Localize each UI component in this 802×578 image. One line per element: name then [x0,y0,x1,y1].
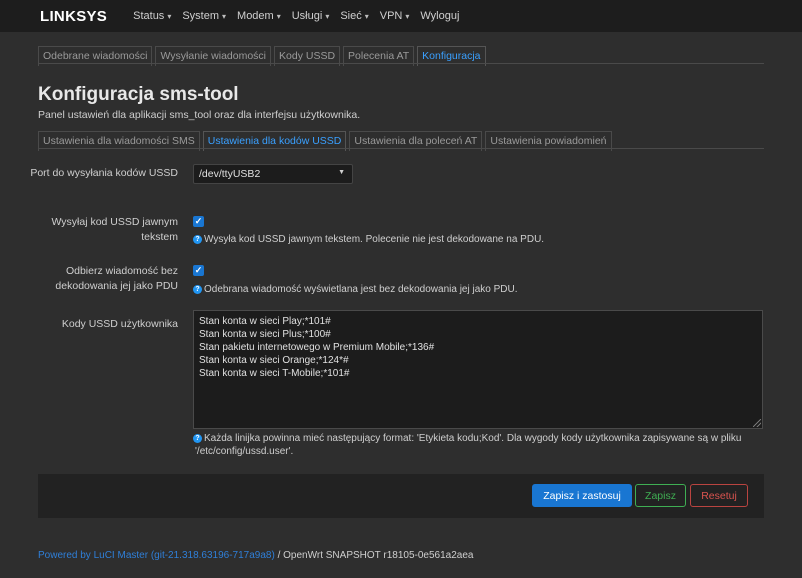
no-decode-hint-text: Odebrana wiadomość wyświetlana jest bez … [204,284,518,295]
menu-status-label: Status [133,10,165,22]
plain-text-hint: ? Wysyła kod USSD jawnym tekstem. Polecen… [193,233,544,246]
menu-logout-label: Wyloguj [420,10,460,22]
menu-modem[interactable]: Modem ▾ [237,10,281,22]
menu-logout[interactable]: Wyloguj [420,10,459,22]
menu-system[interactable]: System ▾ [182,10,226,22]
top-navbar: LINKSYS Status ▾ System ▾ Modem ▾ Usługi ▾ S… [0,0,802,32]
chevron-down-icon: ▾ [222,11,227,21]
no-decode-label: Odbierz wiadomość bez dekodowania jej ja… [55,265,178,292]
chevron-down-icon: ▾ [364,11,369,21]
chevron-down-icon: ▾ [405,11,410,21]
luci-link[interactable]: Powered by LuCI Master (git-21.318.63196… [38,550,275,561]
info-icon: ? [193,284,202,294]
user-codes-hint-text-1: Każda linijka powinna mieć następujący f… [204,433,742,444]
info-icon: ? [193,234,202,244]
page-title: Konfiguracja sms-tool [38,84,239,105]
chevron-down-icon: ▾ [276,11,281,21]
user-codes-hint-text-2: '/etc/config/ussd.user'. [195,446,294,457]
code-line: Stan konta w sieci Orange;*124*# [199,355,349,366]
port-select[interactable]: /dev/ttyUSB2 ▼ [193,164,353,184]
menu-network-label: Sieć [340,10,362,22]
port-label: Port do wysyłania kodów USSD [30,167,178,179]
no-decode-checkbox[interactable]: ✓ [193,265,204,276]
no-decode-hint: ? Odebrana wiadomość wyświetlana jest bez… [193,283,518,296]
chevron-down-icon: ▾ [325,11,330,21]
main-menu: Status ▾ System ▾ Modem ▾ Usługi ▾ Sieć ▾ VPN… [133,10,470,22]
code-line: Stan konta w sieci Play;*101# [199,316,331,327]
subtab-divider [38,148,764,149]
tab-divider [38,63,764,64]
info-icon: ? [193,433,202,443]
plain-text-label: Wysyłaj kod USSD jawnym tekstem [51,216,178,243]
menu-network[interactable]: Sieć ▾ [340,10,368,22]
menu-modem-label: Modem [237,10,274,22]
check-icon: ✓ [194,216,203,226]
menu-services-label: Usługi [291,10,323,22]
main-content: Odebrane wiadomości Wysyłanie wiadomości… [0,32,802,578]
menu-status[interactable]: Status ▾ [133,10,171,22]
page-description: Panel ustawień dla aplikacji sms_tool or… [38,109,361,121]
code-line: Stan konta w sieci Plus;*100# [199,329,331,340]
code-line: Stan konta w sieci T-Mobile;*101# [199,368,350,379]
chevron-down-icon: ▾ [167,11,172,21]
port-select-value: /dev/ttyUSB2 [199,168,261,180]
menu-services[interactable]: Usługi ▾ [292,10,330,22]
menu-vpn[interactable]: VPN ▾ [380,10,410,22]
page-footer: Powered by LuCI Master (git-21.318.63196… [38,550,473,561]
chevron-down-icon: ▼ [338,169,345,176]
plain-text-checkbox[interactable]: ✓ [193,216,204,227]
footer-version: / OpenWrt SNAPSHOT r18105-0e561a2aea [274,550,474,561]
save-apply-button[interactable]: Zapisz i zastosuj [532,484,632,507]
resize-handle[interactable] [753,419,761,427]
action-bar: Zapisz i zastosuj Zapisz Resetuj [38,474,764,518]
check-icon: ✓ [194,265,203,275]
code-line: Stan pakietu internetowego w Premium Mob… [199,342,435,353]
user-codes-label: Kody USSD użytkownika [61,318,178,330]
menu-system-label: System [182,10,220,22]
user-codes-textarea[interactable]: Stan konta w sieci Play;*101# Stan konta … [193,310,763,429]
user-codes-hint: ? Każda linijka powinna mieć następujący … [193,432,763,458]
brand-logo[interactable]: LINKSYS [40,8,107,25]
reset-button[interactable]: Resetuj [690,484,748,507]
plain-text-hint-text: Wysyła kod USSD jawnym tekstem. Poleceni… [204,234,545,245]
save-button[interactable]: Zapisz [635,484,686,507]
menu-vpn-label: VPN [379,10,403,22]
